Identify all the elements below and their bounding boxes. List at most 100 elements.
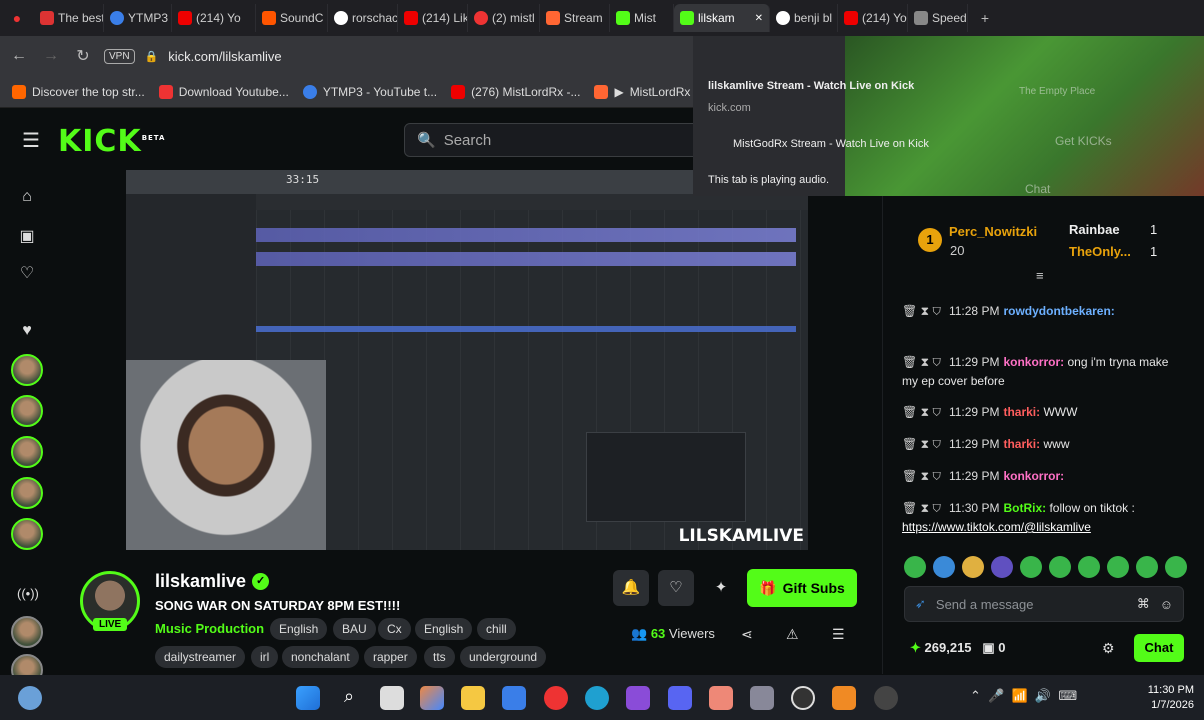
chat-send-button[interactable]: Chat (1134, 634, 1184, 662)
category-link[interactable]: Music Production (155, 621, 264, 636)
tag[interactable]: English (415, 618, 473, 640)
collapse-chevron-icon[interactable]: ≡ (1036, 268, 1044, 283)
copilot-icon[interactable] (420, 686, 444, 710)
notification-bell-button[interactable]: 🔔 (613, 570, 649, 606)
following-icon[interactable]: ♡ (17, 263, 37, 283)
emote-icon[interactable] (904, 556, 926, 578)
live-broadcast-icon[interactable]: ((•)) (17, 586, 39, 606)
media-player-icon[interactable] (874, 686, 898, 710)
tiktok-link[interactable]: https://www.tiktok.com/@lilskamlive (902, 520, 1091, 534)
tab-5[interactable]: rorschac (328, 4, 398, 32)
follow-heart-button[interactable]: ♡ (658, 570, 694, 606)
kick-logo[interactable]: KICKBETA (58, 124, 165, 159)
emote-icon[interactable] (1136, 556, 1158, 578)
search-input[interactable]: 🔍 Search (404, 123, 704, 157)
weather-icon[interactable] (18, 686, 42, 710)
tag[interactable]: BAU (333, 618, 376, 640)
mod-tools-icon[interactable]: 🗑 ⧗ ⛉ (902, 304, 941, 318)
mod-tools-icon[interactable]: 🗑 ⧗ ⛉ (902, 437, 941, 451)
followed-channel-avatar[interactable] (11, 477, 43, 509)
app-icon[interactable] (626, 686, 650, 710)
reload-icon[interactable]: ↻ (72, 46, 94, 66)
tab-6[interactable]: (214) Lik (398, 4, 468, 32)
emoji-icon[interactable]: ☺ (1160, 597, 1173, 612)
system-tray-icons[interactable]: ⌃ 🎤 📶 🔊 ⌨ (970, 688, 1077, 704)
bookmark-item[interactable]: Download Youtube... (158, 84, 289, 99)
tab-7[interactable]: (2) mistl (468, 4, 540, 32)
tag[interactable]: chill (477, 618, 516, 640)
chat-message-input[interactable]: ➶ Send a message ⌘ ☺ (904, 586, 1184, 622)
share-icon[interactable]: ⋖ (741, 626, 753, 643)
back-icon[interactable]: ← (8, 47, 30, 65)
bookmark-item[interactable]: YTMP3 - YouTube t... (302, 84, 437, 99)
followed-channel-avatar[interactable] (11, 616, 43, 648)
opera-icon[interactable] (544, 686, 568, 710)
favorites-heart-icon[interactable]: ♥ (17, 322, 37, 342)
system-clock[interactable]: 11:30 PM 1/7/2026 (1148, 683, 1194, 713)
camera-icon[interactable] (750, 686, 774, 710)
discord-icon[interactable] (668, 686, 692, 710)
tag[interactable]: rapper (364, 646, 417, 668)
followed-channel-avatar[interactable] (11, 518, 43, 550)
edge-icon[interactable] (585, 686, 609, 710)
gifter-name[interactable]: Rainbae (1069, 222, 1120, 237)
tag[interactable]: irl (251, 646, 279, 668)
home-icon[interactable]: ⌂ (17, 188, 37, 208)
followed-channel-avatar[interactable] (11, 395, 43, 427)
followed-channel-avatar[interactable] (11, 436, 43, 468)
obs-icon[interactable] (791, 686, 815, 710)
followed-channel-avatar[interactable] (11, 354, 43, 386)
store-icon[interactable] (502, 686, 526, 710)
tag[interactable]: nonchalant (282, 646, 359, 668)
tab-9[interactable]: Mist (610, 4, 674, 32)
tab-active-lilskam[interactable]: lilskam ✕ (674, 4, 770, 32)
report-icon[interactable]: ⚠ (786, 626, 799, 643)
hamburger-menu-icon[interactable]: ☰ (22, 128, 40, 153)
vpn-badge[interactable]: VPN (104, 48, 135, 64)
lock-icon[interactable]: 🔒 (145, 50, 159, 63)
file-explorer-icon[interactable] (461, 686, 485, 710)
user-options-icon[interactable]: ☰ (832, 626, 845, 643)
emote-icon[interactable] (1165, 556, 1187, 578)
channel-name[interactable]: lilskamlive ✓ (155, 571, 270, 592)
task-view-icon[interactable] (380, 686, 404, 710)
tab-11[interactable]: benji bl (770, 4, 838, 32)
gift-subs-button[interactable]: 🎁 Gift Subs (747, 569, 857, 607)
emote-icon[interactable] (1078, 556, 1100, 578)
fl-studio-icon[interactable] (832, 686, 856, 710)
tab-8[interactable]: Stream (540, 4, 610, 32)
emote-icon[interactable] (1049, 556, 1071, 578)
forward-icon[interactable]: → (40, 47, 62, 65)
mod-tools-icon[interactable]: 🗑 ⧗ ⛉ (902, 469, 941, 483)
emote-icon[interactable] (991, 556, 1013, 578)
tab-4[interactable]: SoundC (256, 4, 328, 32)
tag[interactable]: dailystreamer (155, 646, 246, 668)
channel-points[interactable]: ✦ 269,215 ▣ 0 (910, 640, 1006, 656)
mod-tools-icon[interactable]: 🗑 ⧗ ⛉ (902, 405, 941, 419)
windows-start-icon[interactable] (296, 686, 320, 710)
browse-icon[interactable]: ▣ (17, 226, 37, 246)
search-taskbar-icon[interactable]: ⌕ (337, 686, 361, 710)
tab-2[interactable]: YTMP3 (104, 4, 172, 32)
video-player[interactable]: 33:15 LILSKAMLIVE (126, 170, 808, 550)
bookmark-item[interactable]: (276) MistLordRx -... (451, 84, 580, 99)
new-tab-icon[interactable]: + (968, 10, 1002, 26)
emote-icon[interactable] (962, 556, 984, 578)
command-icon[interactable]: ⌘ (1137, 596, 1150, 612)
sparkle-icon[interactable]: ✦ (703, 570, 739, 606)
browser-menu-icon[interactable]: ● (0, 10, 34, 26)
close-tab-icon[interactable]: ✕ (755, 13, 763, 24)
tag[interactable]: tts (424, 646, 455, 668)
tag[interactable]: underground (460, 646, 547, 668)
gifter-name[interactable]: TheOnly... (1069, 244, 1131, 259)
mod-tools-icon[interactable]: 🗑 ⧗ ⛉ (902, 501, 941, 515)
mod-tools-icon[interactable]: 🗑 ⧗ ⛉ (902, 355, 941, 369)
tab-13[interactable]: Speed C (908, 4, 968, 32)
chat-settings-icon[interactable]: ⚙ (1102, 640, 1115, 657)
app-icon[interactable] (709, 686, 733, 710)
bookmark-item[interactable]: Discover the top str... (12, 84, 145, 99)
emote-icon[interactable] (933, 556, 955, 578)
top-gifter-name[interactable]: Perc_Nowitzki (949, 224, 1037, 239)
emote-icon[interactable] (1020, 556, 1042, 578)
tag[interactable]: English (270, 618, 328, 640)
